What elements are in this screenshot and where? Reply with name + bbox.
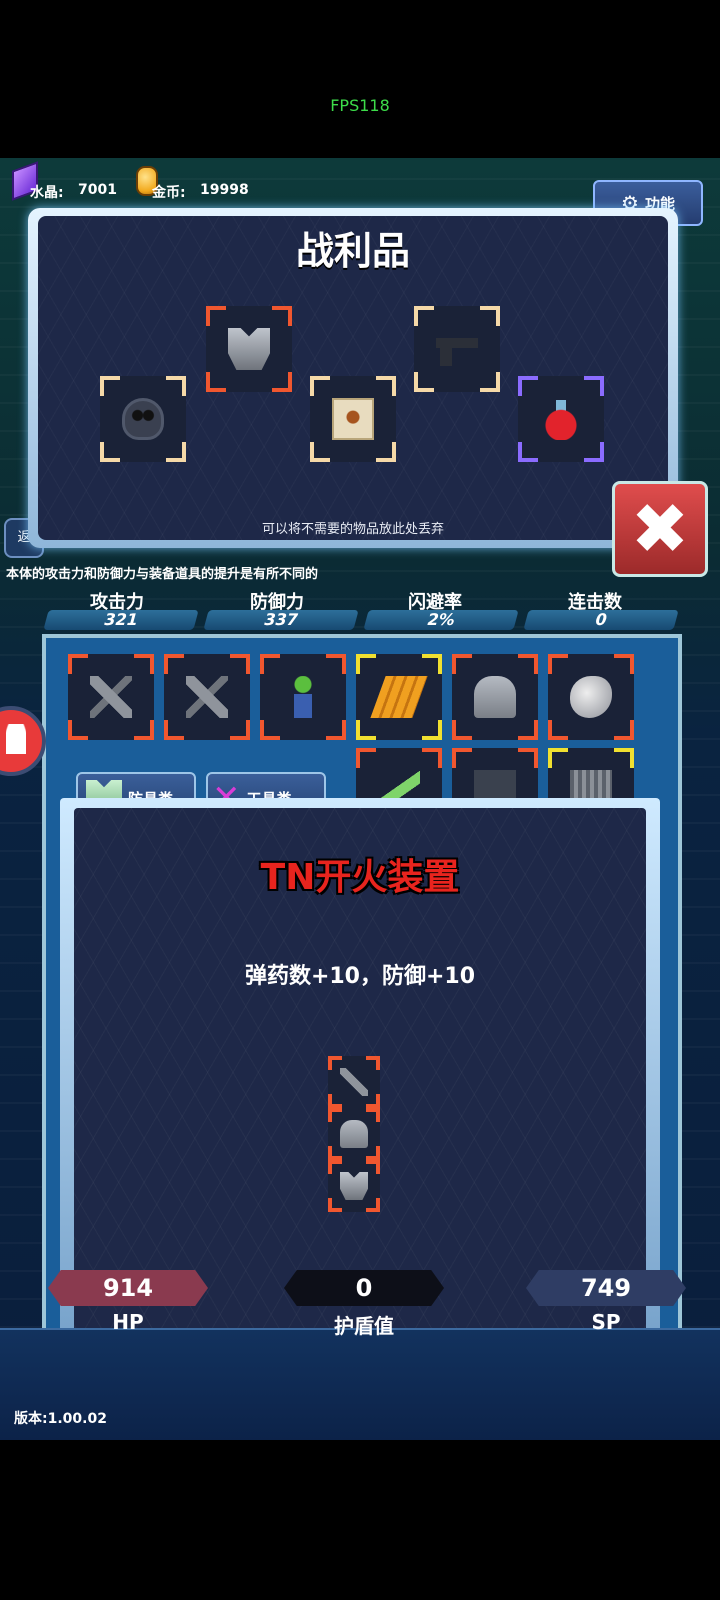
inventory-slot[interactable] [68,654,154,740]
loot-item-pistol[interactable] [414,306,500,392]
hp-label: HP [112,1310,144,1334]
version-text: 版本:1.00.02 [14,1411,107,1427]
loot-item-potion[interactable] [518,376,604,462]
fps-counter: FPS118 [330,96,390,115]
sp-label: SP [591,1310,621,1334]
item-description: 弹药数+10，防御+10 [244,964,476,989]
stat-combo-value: 0 [523,610,679,630]
hint-text: 本体的攻击力和防御力与装备道具的提升是有所不同的 [6,567,319,582]
loot-title: 战利品 [295,229,410,273]
chest-armor-icon [340,1172,368,1200]
stat-defense-value: 337 [203,610,359,630]
loot-panel: 战利品 可以将不需要的物品放此处丢弃 [28,208,678,548]
close-icon: ✖ [630,488,690,570]
stat-evasion-value: 2% [363,610,519,630]
crystal-label: 水晶: [30,185,64,201]
helmet-icon [474,676,516,718]
hp-value: 914 [48,1270,208,1306]
chest-armor-icon [228,328,270,370]
loot-item-gas-mask[interactable] [100,376,186,462]
inventory-slot[interactable] [356,654,442,740]
recipe-component[interactable] [328,1056,380,1108]
person-icon [6,724,26,754]
bottom-bar [0,1328,720,1440]
loot-item-scroll[interactable] [310,376,396,462]
crystal-value: 7001 [78,182,117,198]
recipe-component[interactable] [328,1160,380,1212]
inventory-slot[interactable] [164,654,250,740]
red-potion-icon [540,398,582,440]
sp-value: 749 [526,1270,686,1306]
zombie-figure-icon [282,676,324,718]
loot-panel-body: 战利品 可以将不需要的物品放此处丢弃 [38,216,668,540]
gas-mask-icon [122,398,164,440]
firing-device-icon [90,676,132,718]
close-button[interactable]: ✖ [612,481,708,577]
loot-item-chest-armor[interactable] [206,306,292,392]
gold-value: 19998 [200,182,249,198]
profile-avatar-button[interactable] [0,706,46,776]
inventory-slot[interactable] [260,654,346,740]
ore-rock-icon [570,676,612,718]
scroll-map-icon [332,398,374,440]
firing-device-icon [186,676,228,718]
stat-attack-value: 321 [43,610,199,630]
gold-label: 金币: [152,185,186,201]
firing-device-icon [340,1068,368,1096]
discard-tip: 可以将不需要的物品放此处丢弃 [261,522,444,537]
bullets-icon [370,676,428,718]
item-name: TN开火装置 [260,857,460,898]
inventory-slot[interactable] [548,654,634,740]
game-screen: 水晶: 7001 金币: 19998 ⚙ 功能 返 战利品 可以将不需要的物品放… [0,158,720,1440]
shield-label: 护盾值 [334,1314,394,1338]
inventory-slot[interactable] [452,654,538,740]
pistol-icon [436,328,478,370]
helmet-icon [340,1120,368,1148]
shield-value: 0 [284,1270,444,1306]
recipe-component[interactable] [328,1108,380,1160]
